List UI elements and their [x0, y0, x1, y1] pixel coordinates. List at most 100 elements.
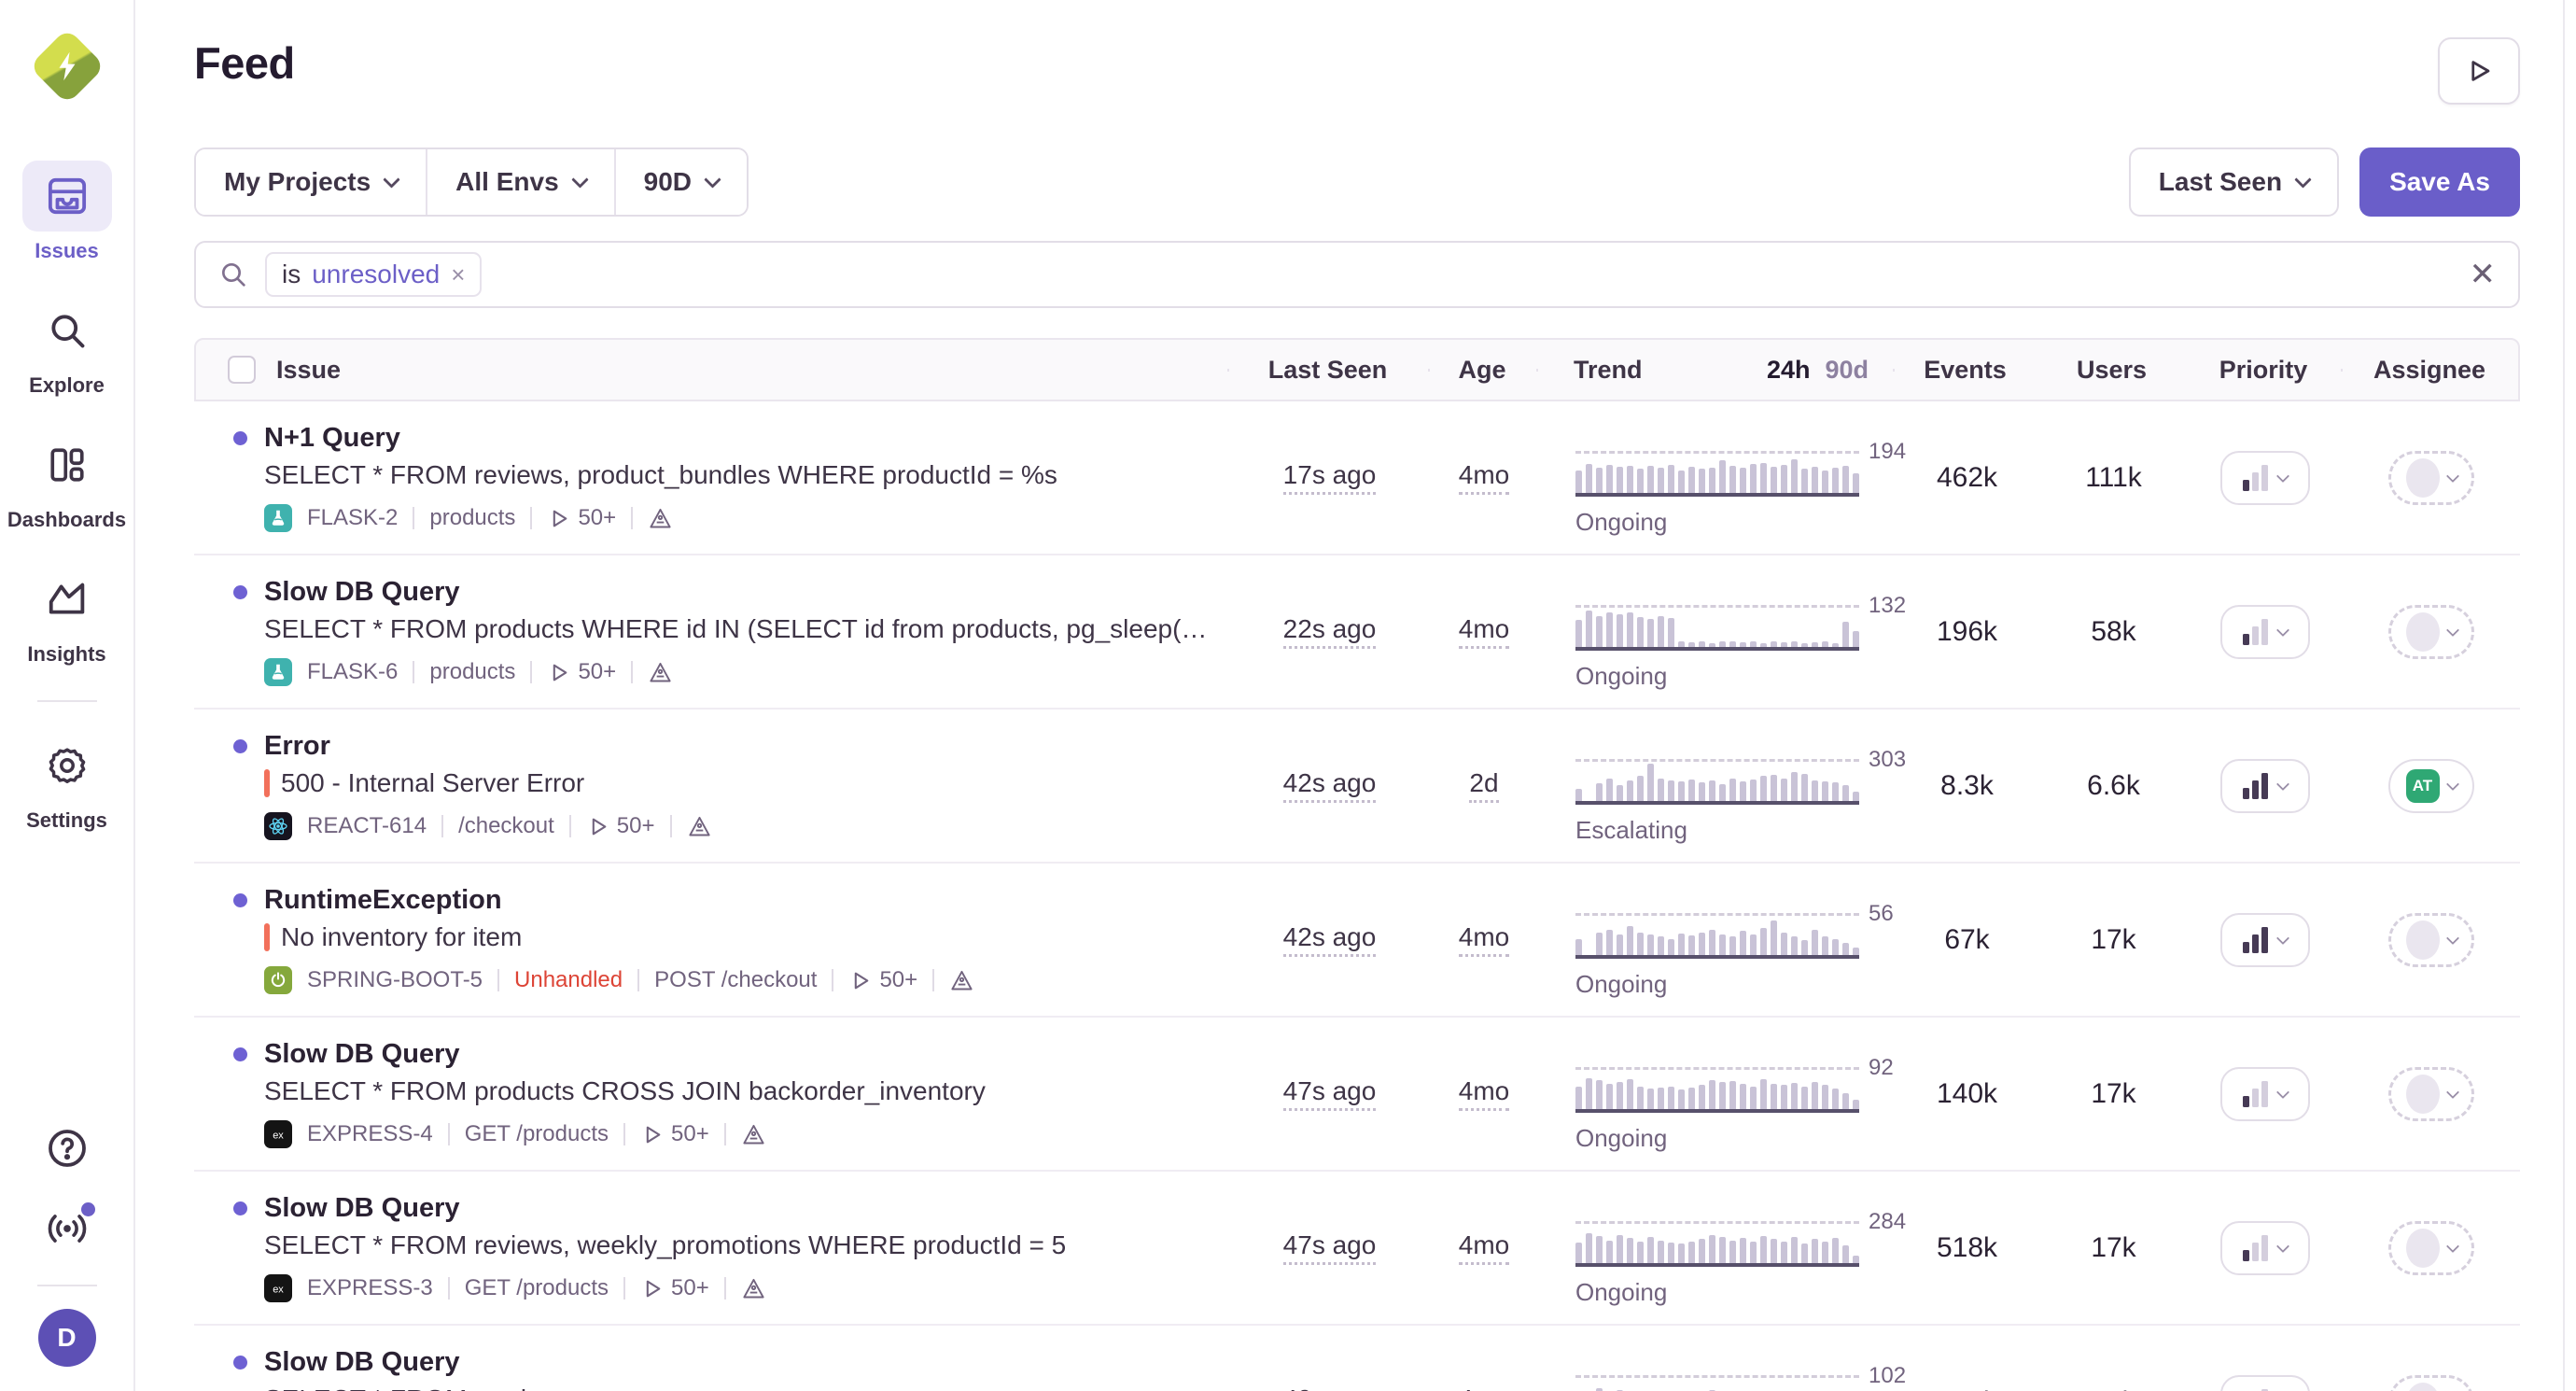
priority-select[interactable]	[2220, 1067, 2310, 1121]
priority-select[interactable]	[2220, 759, 2310, 813]
column-age[interactable]: Age	[1458, 356, 1505, 385]
issue-title[interactable]: Slow DB Query	[264, 574, 1207, 610]
play-icon	[586, 815, 609, 838]
issue-summary: RuntimeException No inventory for item S…	[194, 864, 1229, 1016]
age-value: 2d	[1469, 768, 1498, 803]
project-tag[interactable]: EXPRESS-4	[307, 1121, 433, 1147]
trend-sparkline: 132 Ongoing	[1538, 555, 1895, 708]
chip-remove-icon[interactable]: ×	[451, 260, 465, 289]
select-all-checkbox[interactable]	[228, 356, 256, 384]
assignee-select[interactable]: AT	[2388, 759, 2474, 813]
priority-select[interactable]	[2220, 1221, 2310, 1275]
search-clear-icon[interactable]: ✕	[2470, 259, 2497, 290]
replay-count[interactable]: 50+	[586, 813, 655, 839]
project-tag[interactable]: EXPRESS-3	[307, 1275, 433, 1301]
user-avatar[interactable]: D	[38, 1309, 96, 1367]
priority-select[interactable]	[2220, 605, 2310, 659]
filter-chip-is-unresolved[interactable]: is unresolved ×	[265, 252, 482, 297]
priority-bars-icon	[2243, 927, 2268, 953]
project-tag[interactable]: FLASK-6	[307, 659, 398, 685]
whats-new-button[interactable]	[37, 1199, 97, 1258]
issue-row[interactable]: RuntimeException No inventory for item S…	[194, 864, 2520, 1018]
sidebar-item-insights[interactable]: Insights	[22, 564, 112, 667]
date-range-filter[interactable]: 90D	[614, 149, 747, 215]
sidebar-item-settings[interactable]: Settings	[22, 730, 112, 833]
help-button[interactable]	[37, 1118, 97, 1178]
seer-icon[interactable]	[648, 660, 673, 685]
scrollbar-track[interactable]	[2563, 0, 2565, 1391]
column-events[interactable]: Events	[1924, 356, 2007, 385]
route-tag[interactable]: POST /checkout	[654, 967, 817, 993]
column-last-seen[interactable]: Last Seen	[1268, 356, 1388, 385]
error-level-bar	[264, 769, 270, 797]
seer-icon[interactable]	[741, 1122, 766, 1147]
replay-count[interactable]: 50+	[547, 505, 616, 531]
replay-play-button[interactable]	[2438, 37, 2520, 105]
issue-row[interactable]: Slow DB Query SELECT * FROM reviews, wee…	[194, 1172, 2520, 1326]
chevron-down-icon	[2445, 624, 2458, 637]
assignee-select[interactable]	[2388, 913, 2474, 967]
issue-row[interactable]: Slow DB Query SELECT * FROM products WHE…	[194, 555, 2520, 710]
seer-icon[interactable]	[687, 814, 712, 839]
issue-message: SELECT * FROM products	[264, 1382, 574, 1391]
issue-title[interactable]: N+1 Query	[264, 420, 1057, 456]
save-as-button[interactable]: Save As	[2359, 148, 2520, 217]
issue-title[interactable]: Slow DB Query	[264, 1344, 574, 1380]
sentry-logo[interactable]	[35, 34, 100, 99]
sidebar-item-explore[interactable]: Explore	[22, 295, 112, 398]
issue-search-bar[interactable]: is unresolved × ✕	[194, 241, 2520, 308]
issue-message: SELECT * FROM products CROSS JOIN backor…	[264, 1074, 986, 1109]
priority-bars-icon	[2243, 1081, 2268, 1107]
route-tag[interactable]: products	[429, 659, 515, 685]
assignee-select[interactable]	[2388, 1221, 2474, 1275]
last-seen-value: 42s ago	[1283, 922, 1377, 957]
route-tag[interactable]: GET /products	[465, 1121, 609, 1147]
svg-text:ex: ex	[273, 1131, 284, 1142]
sidebar-item-dashboards[interactable]: Dashboards	[7, 429, 126, 532]
assignee-select[interactable]	[2388, 1067, 2474, 1121]
last-seen-value: 17s ago	[1283, 460, 1377, 495]
projects-filter[interactable]: My Projects	[196, 149, 426, 215]
replay-count[interactable]: 50+	[640, 1121, 709, 1147]
issue-row[interactable]: Slow DB Query SELECT * FROM products 49s…	[194, 1326, 2520, 1391]
project-tag[interactable]: SPRING-BOOT-5	[307, 967, 483, 993]
priority-select[interactable]	[2220, 451, 2310, 505]
issue-title[interactable]: Error	[264, 728, 712, 764]
chevron-down-icon	[2276, 1086, 2289, 1099]
replay-count[interactable]: 50+	[640, 1275, 709, 1301]
trend-status: Ongoing	[1575, 1124, 1667, 1153]
app-window: Issues Explore Dashboards Insights	[0, 0, 2576, 1391]
trend-90d-toggle[interactable]: 90d	[1825, 356, 1869, 385]
search-icon	[218, 260, 248, 289]
seer-icon[interactable]	[648, 506, 673, 531]
priority-bars-icon	[2243, 773, 2268, 799]
assignee-select[interactable]	[2388, 451, 2474, 505]
search-icon	[47, 310, 88, 351]
column-users[interactable]: Users	[2077, 356, 2147, 385]
project-tag[interactable]: FLASK-2	[307, 505, 398, 531]
route-tag[interactable]: /checkout	[458, 813, 554, 839]
issue-row[interactable]: N+1 Query SELECT * FROM reviews, product…	[194, 401, 2520, 555]
seer-icon[interactable]	[741, 1276, 766, 1301]
seer-icon[interactable]	[949, 968, 974, 993]
route-tag[interactable]: GET /products	[465, 1275, 609, 1301]
issue-row[interactable]: Slow DB Query SELECT * FROM products CRO…	[194, 1018, 2520, 1172]
sort-dropdown[interactable]: Last Seen	[2129, 148, 2339, 217]
issue-title[interactable]: RuntimeException	[264, 882, 974, 918]
environments-filter[interactable]: All Envs	[426, 149, 613, 215]
assignee-select[interactable]	[2388, 605, 2474, 659]
assignee-select[interactable]	[2388, 1375, 2474, 1391]
project-tag[interactable]: REACT-614	[307, 813, 427, 839]
replay-count[interactable]: 50+	[848, 967, 917, 993]
issue-row[interactable]: Error 500 - Internal Server Error REACT-…	[194, 710, 2520, 864]
issue-title[interactable]: Slow DB Query	[264, 1036, 986, 1072]
priority-select[interactable]	[2220, 913, 2310, 967]
sidebar-item-issues[interactable]: Issues	[22, 161, 112, 263]
replay-count[interactable]: 50+	[547, 659, 616, 685]
unhandled-tag[interactable]: Unhandled	[514, 967, 623, 993]
trend-24h-toggle[interactable]: 24h	[1767, 356, 1811, 385]
unresolved-dot	[233, 893, 247, 907]
priority-select[interactable]	[2220, 1375, 2310, 1391]
route-tag[interactable]: products	[429, 505, 515, 531]
issue-title[interactable]: Slow DB Query	[264, 1190, 1066, 1226]
